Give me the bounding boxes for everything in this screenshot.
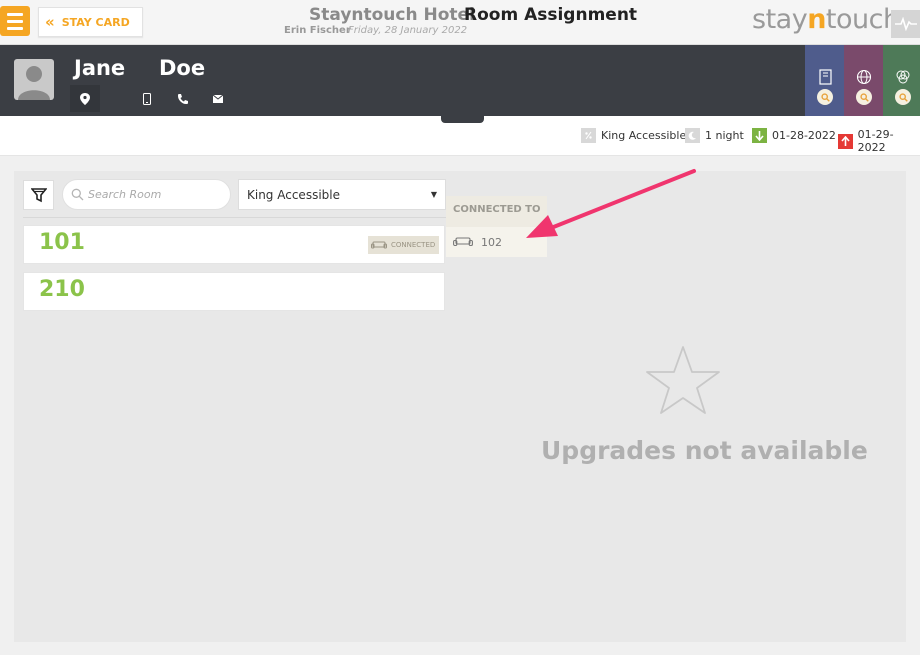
arrow-up-icon bbox=[838, 133, 853, 149]
activity-button[interactable] bbox=[891, 10, 920, 38]
connected-room-number: 102 bbox=[481, 235, 502, 249]
page-title: Room Assignment bbox=[464, 5, 638, 25]
annotation-arrow bbox=[526, 169, 696, 238]
moon-icon bbox=[685, 128, 700, 143]
magnifier-icon bbox=[895, 89, 911, 105]
location-icon bbox=[80, 92, 90, 105]
email-icon bbox=[213, 95, 223, 103]
menu-icon-bar bbox=[7, 19, 23, 23]
pulse-icon bbox=[894, 17, 917, 31]
magnifier-icon bbox=[856, 89, 872, 105]
guest-last-name: Doe bbox=[159, 56, 206, 80]
double-chevron-left-icon: « bbox=[45, 13, 55, 31]
magnifier-icon bbox=[817, 89, 833, 105]
top-bar: « STAY CARD Stayntouch Hotel Room Assign… bbox=[0, 0, 920, 45]
guest-first-name: Jane bbox=[74, 56, 126, 80]
user-name: Erin Fischer bbox=[284, 25, 351, 36]
phone-button[interactable] bbox=[175, 91, 191, 107]
business-date: Friday, 28 January 2022 bbox=[348, 25, 468, 36]
tab-web[interactable] bbox=[844, 45, 883, 116]
brand-logo: stayntouch bbox=[752, 4, 900, 35]
search-room-input[interactable] bbox=[88, 188, 228, 201]
brand-logo-text: stay bbox=[752, 4, 808, 35]
connected-badge-label: CONNECTED bbox=[391, 241, 436, 249]
caret-down-icon: ▼ bbox=[430, 190, 437, 199]
connected-badge[interactable]: CONNECTED bbox=[368, 236, 439, 254]
avatar bbox=[14, 59, 54, 100]
search-icon bbox=[71, 188, 84, 201]
room-row[interactable]: 101 CONNECTED bbox=[23, 225, 445, 264]
room-row[interactable]: 210 bbox=[23, 272, 445, 311]
mobile-phone-icon bbox=[143, 93, 151, 105]
arrival-date: 01-28-2022 bbox=[772, 129, 836, 142]
nights-label: 1 night bbox=[705, 129, 744, 142]
arrow-down-icon bbox=[752, 128, 767, 143]
sofa-icon bbox=[371, 241, 387, 248]
staycard-tabs bbox=[805, 45, 920, 116]
room-number: 210 bbox=[39, 277, 85, 302]
room-type-icon bbox=[581, 128, 596, 143]
mobile-phone-button[interactable] bbox=[139, 91, 155, 107]
sofa-icon bbox=[453, 236, 473, 246]
drawer-handle[interactable] bbox=[441, 115, 484, 123]
nights-chip: 1 night bbox=[685, 128, 744, 143]
card-icon bbox=[819, 69, 832, 85]
email-button[interactable] bbox=[210, 91, 226, 107]
menu-button[interactable] bbox=[0, 6, 30, 36]
filter-button[interactable] bbox=[23, 180, 54, 210]
guest-header: Jane Doe bbox=[0, 45, 920, 116]
search-room-field[interactable] bbox=[62, 179, 231, 210]
location-button[interactable] bbox=[70, 85, 100, 112]
room-type-chip: King Accessible bbox=[581, 128, 686, 143]
phone-icon bbox=[178, 94, 188, 104]
upgrades-empty-message: Upgrades not available bbox=[541, 436, 868, 465]
arrival-chip: 01-28-2022 bbox=[752, 128, 836, 143]
globe-icon bbox=[856, 69, 872, 85]
circles-icon bbox=[896, 70, 910, 84]
menu-icon-bar bbox=[7, 12, 23, 16]
room-type-select[interactable]: King Accessible ▼ bbox=[238, 179, 446, 210]
brand-logo-text: touch bbox=[825, 4, 900, 35]
funnel-icon bbox=[30, 188, 47, 203]
stay-card-back-button[interactable]: « STAY CARD bbox=[38, 7, 143, 37]
tab-preferences[interactable] bbox=[883, 45, 920, 116]
room-type-select-value: King Accessible bbox=[247, 187, 340, 202]
departure-date: 01-29-2022 bbox=[857, 128, 894, 154]
brand-logo-text: n bbox=[807, 4, 826, 35]
room-number: 101 bbox=[39, 230, 85, 255]
departure-chip: 01-29-2022 bbox=[838, 128, 920, 154]
divider bbox=[23, 217, 446, 218]
hotel-name: Stayntouch Hotel bbox=[309, 5, 475, 25]
star-icon bbox=[646, 346, 720, 414]
room-type-label: King Accessible bbox=[601, 129, 687, 142]
stay-card-label: STAY CARD bbox=[61, 15, 130, 29]
tab-loyalty[interactable] bbox=[805, 45, 844, 116]
menu-icon-bar bbox=[7, 26, 23, 30]
avatar-silhouette-icon bbox=[18, 66, 50, 100]
